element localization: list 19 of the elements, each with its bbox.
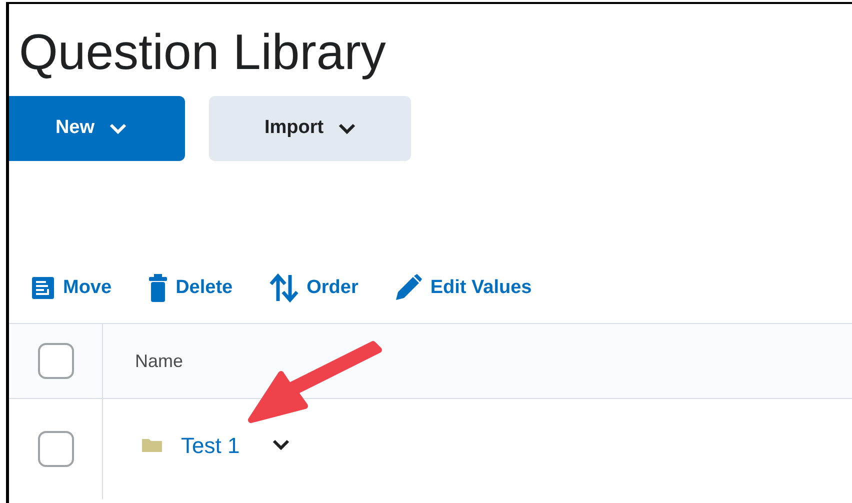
chevron-down-icon[interactable] xyxy=(272,439,290,451)
row-checkbox[interactable] xyxy=(38,431,74,467)
trash-icon xyxy=(148,273,168,303)
new-button[interactable]: New xyxy=(9,96,185,161)
column-header: Name xyxy=(135,350,184,372)
folder-link[interactable]: Test 1 xyxy=(181,428,240,462)
chevron-down-icon xyxy=(338,122,356,134)
pencil-icon xyxy=(394,274,422,302)
page-title: Question Library xyxy=(19,23,387,82)
sort-arrows-icon xyxy=(268,273,299,303)
move-button[interactable]: Move xyxy=(31,274,112,302)
delete-button[interactable]: Delete xyxy=(148,273,233,303)
edit-button[interactable]: Edit Values xyxy=(394,274,532,302)
select-all-checkbox[interactable] xyxy=(38,343,74,379)
chevron-down-icon xyxy=(108,122,127,134)
order-button[interactable]: Order xyxy=(268,273,358,303)
list-icon xyxy=(31,276,55,300)
import-button[interactable]: Import xyxy=(209,96,411,161)
folder-icon xyxy=(141,437,163,453)
